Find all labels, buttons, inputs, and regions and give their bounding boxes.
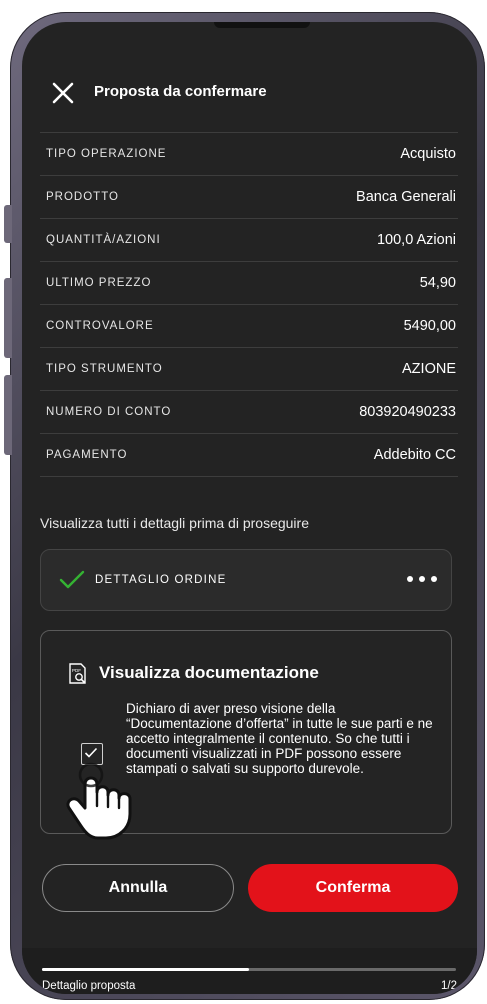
- speaker-notch: [214, 22, 310, 28]
- phone-volume-down-button: [4, 375, 12, 455]
- summary-row: TIPO OPERAZIONE Acquisto: [40, 133, 458, 176]
- summary-label: PAGAMENTO: [46, 449, 128, 461]
- phone-side-button: [4, 205, 12, 243]
- summary-label: TIPO STRUMENTO: [46, 363, 163, 375]
- step-label: Dettaglio proposta: [42, 980, 136, 992]
- summary-value: 803920490233: [359, 404, 456, 420]
- details-hint: Visualizza tutti i dettagli prima di pro…: [40, 515, 309, 531]
- documentation-title: Visualizza documentazione: [99, 663, 319, 682]
- step-footer: Dettaglio proposta 1/2: [22, 948, 477, 994]
- summary-row: PRODOTTO Banca Generali: [40, 176, 458, 219]
- app-screen: Proposta da confermare TIPO OPERAZIONE A…: [22, 22, 477, 994]
- svg-text:PDF: PDF: [72, 668, 81, 673]
- phone-volume-up-button: [4, 278, 12, 358]
- progress-bar: [42, 968, 456, 971]
- declaration-text: Dichiaro di aver preso visione della “Do…: [126, 701, 433, 776]
- documentation-card: PDF Visualizza documentazione Dichiaro d…: [40, 630, 452, 834]
- summary-label: PRODOTTO: [46, 191, 119, 203]
- summary-row: CONTROVALORE 5490,00: [40, 305, 458, 348]
- summary-value: 5490,00: [403, 318, 456, 334]
- summary-value: 100,0 Azioni: [376, 232, 456, 248]
- summary-label: NUMERO DI CONTO: [46, 406, 172, 418]
- cancel-button[interactable]: Annulla: [42, 864, 234, 912]
- accept-checkbox[interactable]: [81, 743, 103, 765]
- summary-row: TIPO STRUMENTO AZIONE: [40, 348, 458, 391]
- summary-row: PAGAMENTO Addebito CC: [40, 434, 458, 477]
- summary-value: 54,90: [419, 275, 456, 291]
- summary-label: ULTIMO PREZZO: [46, 277, 152, 289]
- page-title: Proposta da confermare: [94, 83, 267, 100]
- order-summary-list: TIPO OPERAZIONE Acquisto PRODOTTO Banca …: [40, 132, 458, 477]
- summary-row: ULTIMO PREZZO 54,90: [40, 262, 458, 305]
- confirm-button[interactable]: Conferma: [248, 864, 458, 912]
- summary-row: NUMERO DI CONTO 803920490233: [40, 391, 458, 434]
- checkbox-check-icon: [84, 747, 98, 758]
- order-detail-card[interactable]: DETTAGLIO ORDINE: [40, 549, 452, 611]
- progress-fill: [42, 968, 249, 971]
- pdf-search-icon: PDF: [69, 663, 86, 684]
- order-detail-label: DETTAGLIO ORDINE: [95, 574, 227, 586]
- step-counter: 1/2: [441, 980, 457, 992]
- summary-label: CONTROVALORE: [46, 320, 154, 332]
- summary-row: QUANTITÀ/AZIONI 100,0 Azioni: [40, 219, 458, 262]
- summary-value: Addebito CC: [373, 447, 456, 463]
- more-options-icon[interactable]: [407, 576, 437, 582]
- summary-value: Acquisto: [400, 146, 456, 162]
- summary-value: AZIONE: [402, 361, 456, 377]
- check-icon: [59, 570, 85, 589]
- summary-label: TIPO OPERAZIONE: [46, 148, 167, 160]
- header: Proposta da confermare: [22, 72, 477, 112]
- summary-label: QUANTITÀ/AZIONI: [46, 234, 161, 246]
- summary-value: Banca Generali: [356, 189, 456, 205]
- close-icon[interactable]: [50, 80, 76, 106]
